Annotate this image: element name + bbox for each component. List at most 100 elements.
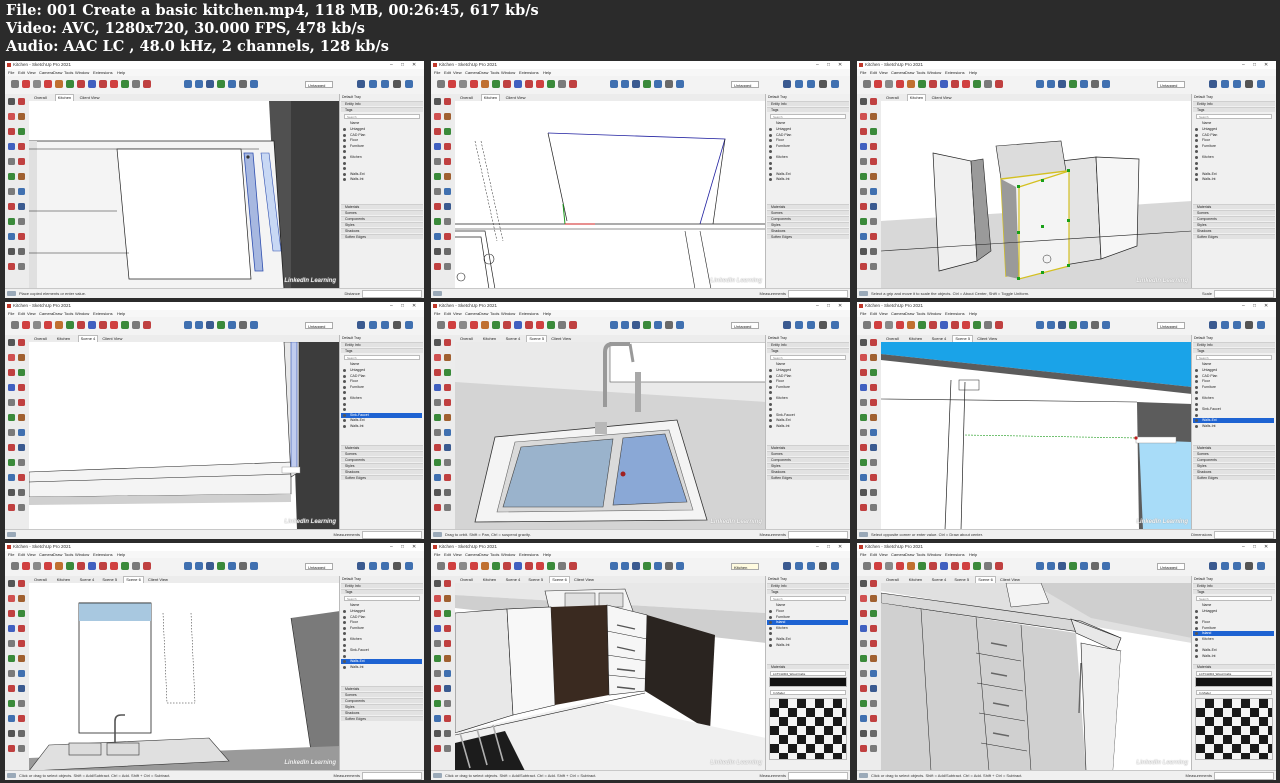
toolbar-tool-icon[interactable]: [55, 80, 63, 88]
palette-tool-icon[interactable]: [18, 98, 25, 105]
minimize-button[interactable]: ‒: [816, 302, 819, 310]
toolbar-view-icon[interactable]: [405, 562, 413, 570]
toolbar-view-icon[interactable]: [783, 321, 791, 329]
palette-tool-icon[interactable]: [860, 128, 867, 135]
toolbar-tool-icon[interactable]: [503, 562, 511, 570]
palette-tool-icon[interactable]: [870, 263, 877, 270]
toolbar-tool-icon[interactable]: [536, 80, 544, 88]
toolbar-tool-icon[interactable]: [874, 80, 882, 88]
toolbar-tool-icon[interactable]: [110, 80, 118, 88]
toolbar-tool-icon[interactable]: [643, 562, 651, 570]
panel-materials[interactable]: Materials: [341, 204, 423, 209]
toolbar-tool-icon[interactable]: [874, 562, 882, 570]
visibility-eye-icon[interactable]: [343, 172, 346, 176]
menu-edit[interactable]: Edit: [444, 551, 451, 558]
panel-shadows[interactable]: Shadows: [1193, 228, 1275, 233]
menu-draw[interactable]: Draw: [479, 69, 488, 76]
toolbar-tool-icon[interactable]: [22, 80, 30, 88]
tag-row[interactable]: Untagged: [774, 368, 848, 373]
toolbar-tool-icon[interactable]: [973, 562, 981, 570]
scene-tab[interactable]: Scene 6: [123, 576, 144, 583]
palette-tool-icon[interactable]: [860, 580, 867, 587]
toolbar-tool-icon[interactable]: [217, 562, 225, 570]
toolbar-tool-icon[interactable]: [547, 80, 555, 88]
toolbar-tool-icon[interactable]: [676, 80, 684, 88]
menu-view[interactable]: View: [879, 551, 888, 558]
menu-help[interactable]: Help: [969, 69, 977, 76]
tag-row[interactable]: [1200, 615, 1274, 620]
menu-extensions[interactable]: Extensions: [519, 69, 539, 76]
palette-tool-icon[interactable]: [870, 369, 877, 376]
panel-styles[interactable]: Styles: [1193, 463, 1275, 468]
scene-tab[interactable]: Scene 4: [930, 335, 949, 342]
palette-tool-icon[interactable]: [8, 685, 15, 692]
palette-tool-icon[interactable]: [870, 218, 877, 225]
palette-tool-icon[interactable]: [434, 354, 441, 361]
toolbar-tool-icon[interactable]: [1069, 80, 1077, 88]
palette-tool-icon[interactable]: [8, 143, 15, 150]
palette-tool-icon[interactable]: [8, 218, 15, 225]
toolbar-tool-icon[interactable]: [121, 562, 129, 570]
palette-tool-icon[interactable]: [870, 474, 877, 481]
palette-tool-icon[interactable]: [18, 339, 25, 346]
tag-row[interactable]: Kitchen: [348, 637, 422, 642]
palette-tool-icon[interactable]: [8, 188, 15, 195]
toolbar-tool-icon[interactable]: [448, 321, 456, 329]
palette-tool-icon[interactable]: [8, 354, 15, 361]
palette-tool-icon[interactable]: [18, 113, 25, 120]
menu-file[interactable]: File: [434, 551, 440, 558]
visibility-eye-icon[interactable]: [343, 408, 346, 412]
tags-panel[interactable]: Tags: [1193, 348, 1275, 353]
toolbar-tool-icon[interactable]: [143, 321, 151, 329]
tag-dropdown[interactable]: Kitchen: [731, 563, 759, 570]
maximize-button[interactable]: □: [1253, 302, 1256, 310]
panel-components[interactable]: Components: [341, 216, 423, 221]
tag-row[interactable]: Kitchen: [1200, 637, 1274, 642]
toolbar-view-icon[interactable]: [1245, 80, 1253, 88]
toolbar-tool-icon[interactable]: [547, 562, 555, 570]
tag-row[interactable]: Floor: [348, 379, 422, 384]
visibility-eye-icon[interactable]: [769, 380, 772, 384]
panel-materials[interactable]: Materials: [1193, 204, 1275, 209]
scene-tab[interactable]: Scene 4: [504, 576, 523, 583]
palette-tool-icon[interactable]: [860, 399, 867, 406]
model-viewport[interactable]: [29, 583, 340, 771]
palette-tool-icon[interactable]: [18, 218, 25, 225]
palette-tool-icon[interactable]: [434, 173, 441, 180]
palette-tool-icon[interactable]: [8, 369, 15, 376]
palette-tool-icon[interactable]: [8, 595, 15, 602]
tag-row[interactable]: Sink-Faucet: [341, 412, 422, 418]
tag-row[interactable]: Walls-Int: [1200, 424, 1274, 429]
palette-tool-icon[interactable]: [870, 158, 877, 165]
visibility-eye-icon[interactable]: [343, 178, 346, 182]
toolbar-tool-icon[interactable]: [962, 80, 970, 88]
visibility-eye-icon[interactable]: [343, 666, 346, 669]
palette-tool-icon[interactable]: [860, 444, 867, 451]
toolbar-tool-icon[interactable]: [896, 80, 904, 88]
measurements-input[interactable]: [1214, 772, 1274, 780]
palette-tool-icon[interactable]: [434, 188, 441, 195]
tag-search-input[interactable]: Search: [770, 355, 846, 360]
menu-file[interactable]: File: [434, 310, 440, 317]
menu-camera[interactable]: Camera: [465, 310, 479, 317]
entity-info-panel[interactable]: Entity Info: [341, 342, 423, 347]
tag-row[interactable]: Kitchen: [774, 396, 848, 401]
panel-components[interactable]: Components: [1193, 457, 1275, 462]
scene-tab[interactable]: Kitchen: [55, 335, 72, 342]
panel-soften-edges[interactable]: Soften Edges: [1193, 475, 1275, 480]
toolbar-view-icon[interactable]: [795, 562, 803, 570]
toolbar-tool-icon[interactable]: [88, 562, 96, 570]
measurements-input[interactable]: [1214, 531, 1274, 539]
toolbar-tool-icon[interactable]: [973, 80, 981, 88]
menu-tools[interactable]: Tools: [490, 551, 499, 558]
palette-tool-icon[interactable]: [870, 670, 877, 677]
tag-row[interactable]: [348, 643, 422, 648]
close-button[interactable]: ✕: [838, 543, 842, 551]
toolbar-tool-icon[interactable]: [110, 562, 118, 570]
panel-components[interactable]: Components: [341, 457, 423, 462]
visibility-eye-icon[interactable]: [769, 643, 772, 647]
toolbar-tool-icon[interactable]: [77, 321, 85, 329]
visibility-eye-icon[interactable]: [343, 128, 346, 131]
toolbar-tool-icon[interactable]: [665, 562, 673, 570]
menu-draw[interactable]: Draw: [53, 310, 62, 317]
